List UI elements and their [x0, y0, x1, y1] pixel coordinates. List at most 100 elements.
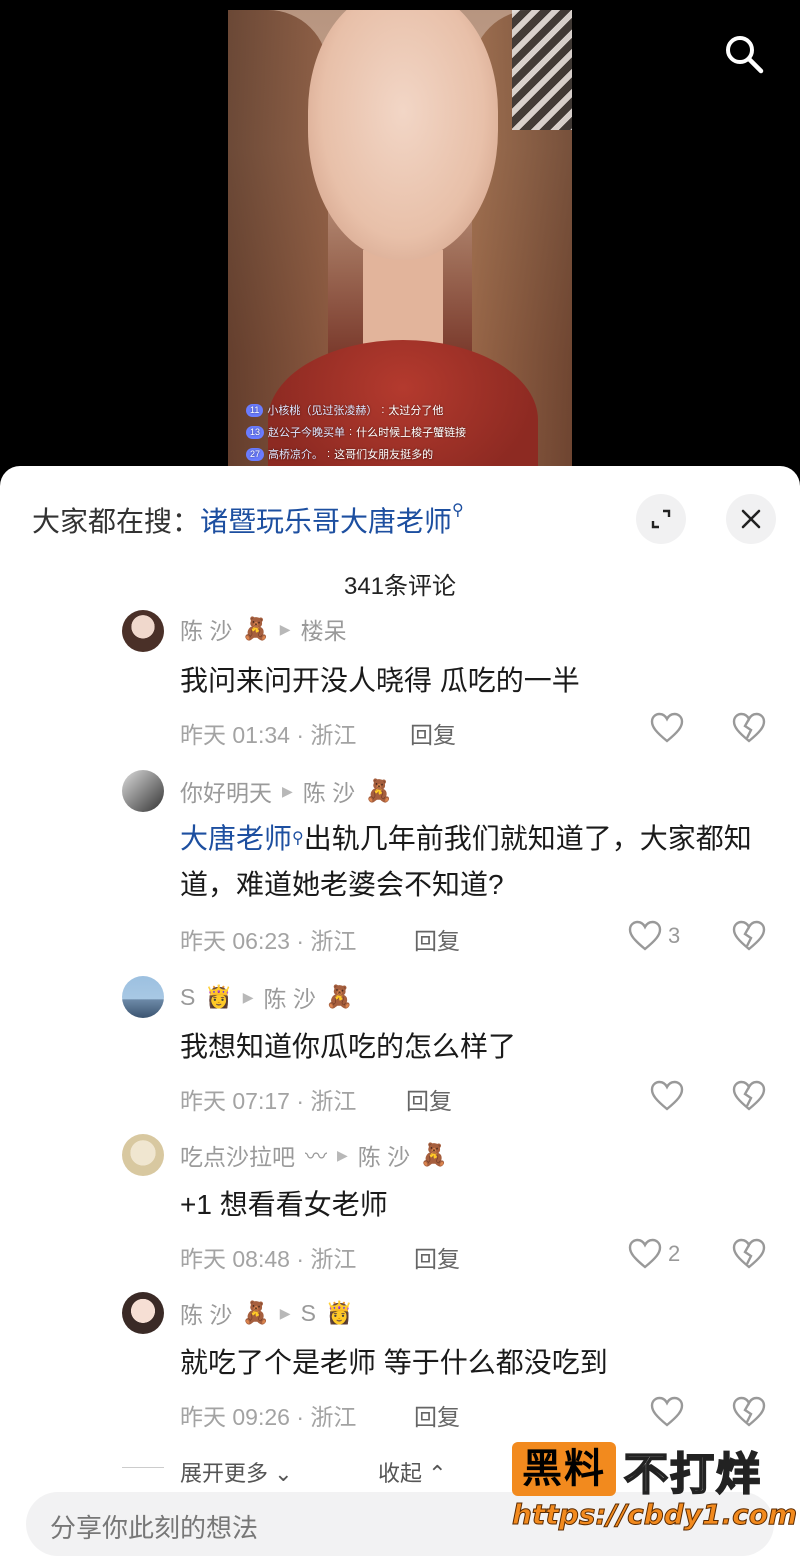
reply-arrow-icon: ▶ — [242, 988, 254, 1005]
live-comment-text: 这哥们女朋友挺多的 — [334, 449, 434, 461]
close-icon — [741, 509, 761, 529]
broken-heart-icon[interactable] — [732, 920, 766, 952]
like-count: 2 — [668, 1241, 681, 1266]
like-button[interactable]: 2 — [628, 1238, 680, 1270]
comment-body: 大唐老师⚲出轨几年前我们就知道了，大家都知道，难道她老婆会不知道? — [180, 816, 760, 908]
collapse-label: 收起 — [378, 1461, 423, 1486]
expand-icon — [651, 509, 671, 529]
heart-icon — [650, 712, 684, 743]
like-count: 3 — [668, 923, 681, 948]
broken-heart-icon[interactable] — [732, 1396, 766, 1428]
comment-sheet: 大家都在搜：诸暨玩乐哥大唐老师⚲ 341条评论 陈 沙 🧸 ▶ 楼呆 我问来问开… — [0, 466, 800, 1560]
reply-to-user[interactable]: 楼呆 — [301, 612, 347, 646]
comment-input-placeholder: 分享你此刻的想法 — [50, 1513, 259, 1543]
collapse-button[interactable]: 收起 ⌃ — [378, 1456, 447, 1488]
reply-to-user[interactable]: 陈 沙 — [264, 980, 316, 1014]
comment-body: +1 想看看女老师 — [180, 1189, 388, 1220]
comment-body: 我问来问开没人晓得 瓜吃的一半 — [180, 665, 580, 696]
search-small-icon: ⚲ — [292, 830, 304, 847]
heart-icon — [650, 1080, 684, 1111]
broken-heart-icon[interactable] — [732, 1080, 766, 1112]
live-level-badge: 27 — [246, 447, 265, 461]
like-button[interactable] — [650, 1080, 690, 1112]
teddy-bear-icon: 🧸 — [325, 984, 354, 1009]
avatar[interactable] — [122, 770, 164, 812]
expand-more-button[interactable]: 展开更多 ⌄ — [180, 1456, 293, 1488]
comment-author[interactable]: S — [180, 984, 195, 1011]
live-comment: 27 高桥凉介。 : 这哥们女朋友挺多的 — [246, 446, 433, 462]
comment-author[interactable]: 陈 沙 — [180, 1296, 232, 1330]
reply-arrow-icon: ▶ — [279, 620, 291, 637]
reply-button[interactable]: 回复 — [414, 1398, 460, 1432]
comment-count: 341条评论 — [343, 573, 457, 600]
live-comment: 11 小核桃（见过张凌赫） : 太过分了他 — [246, 402, 443, 418]
live-comment-text: 什么时候上梭子蟹链接 — [356, 427, 467, 439]
comment-meta: 吃点沙拉吧 〰 ▶ 陈 沙 🧸 — [180, 1138, 448, 1172]
princess-icon: 👸 — [325, 1300, 354, 1325]
reply-to-user[interactable]: 陈 沙 — [358, 1138, 410, 1172]
teddy-bear-icon: 🧸 — [242, 1300, 270, 1325]
video-background-blinds — [512, 10, 572, 130]
comment-author[interactable]: 吃点沙拉吧 — [180, 1138, 295, 1172]
comment-body: 就吃了个是老师 等于什么都没吃到 — [180, 1347, 608, 1378]
watermark: 黑料 不打烊 https://cbdy1.com — [511, 1436, 798, 1536]
watermark-logo-box: 黑料 — [512, 1442, 616, 1496]
comment-time: 昨天 06:23 · 浙江 — [180, 928, 357, 954]
expand-divider — [122, 1467, 164, 1468]
close-button[interactable] — [726, 494, 776, 544]
like-button[interactable]: 3 — [628, 920, 680, 952]
reply-button[interactable]: 回复 — [414, 1240, 460, 1274]
reply-button[interactable]: 回复 — [410, 716, 456, 750]
live-comment-user: 高桥凉介。 — [268, 449, 324, 461]
reply-arrow-icon: ▶ — [282, 782, 293, 799]
comment-meta: S 👸 ▶ 陈 沙 🧸 — [180, 980, 353, 1014]
video-player[interactable]: 11 小核桃（见过张凌赫） : 太过分了他 13 赵公子今晚买单 : 什么时候上… — [0, 0, 800, 480]
like-button[interactable] — [650, 712, 690, 744]
reply-to-user[interactable]: S — [301, 1300, 316, 1327]
avatar[interactable] — [122, 1292, 164, 1334]
reply-button[interactable]: 回复 — [414, 922, 460, 956]
search-link[interactable]: 大唐老师 — [180, 823, 292, 854]
avatar[interactable] — [122, 1134, 164, 1176]
teddy-bear-icon: 🧸 — [242, 616, 270, 641]
comment-time: 昨天 08:48 · 浙江 — [180, 1246, 357, 1272]
live-comment-user: 赵公子今晚买单 — [268, 427, 346, 439]
reply-button[interactable]: 回复 — [406, 1082, 452, 1116]
live-comment: 13 赵公子今晚买单 : 什么时候上梭子蟹链接 — [246, 424, 466, 440]
heart-icon — [650, 1396, 684, 1427]
watermark-url: https://cbdy1.com — [511, 1498, 798, 1532]
comment-body: 我想知道你瓜吃的怎么样了 — [180, 1031, 517, 1062]
live-level-badge: 13 — [246, 425, 265, 439]
search-icon[interactable] — [722, 32, 766, 76]
broken-heart-icon[interactable] — [732, 712, 766, 744]
broken-heart-icon[interactable] — [732, 1238, 766, 1270]
reply-arrow-icon: ▶ — [279, 1304, 291, 1321]
expand-more-label: 展开更多 — [180, 1461, 269, 1486]
hot-search-banner[interactable]: 大家都在搜：诸暨玩乐哥大唐老师⚲ — [32, 500, 464, 540]
watermark-side-text: 不打烊 — [623, 1448, 762, 1501]
live-comment-user: 小核桃（见过张凌赫） — [267, 405, 378, 417]
comment-time: 昨天 07:17 · 浙江 — [180, 1088, 357, 1114]
teddy-bear-icon: 🧸 — [365, 778, 393, 803]
video-face — [308, 10, 498, 260]
hot-search-term[interactable]: 诸暨玩乐哥大唐老师 — [200, 506, 452, 537]
comment-author[interactable]: 你好明天 — [180, 774, 272, 808]
comment-meta: 你好明天 ▶ 陈 沙 🧸 — [180, 774, 393, 808]
hot-search-prefix: 大家都在搜： — [32, 506, 201, 537]
like-button[interactable] — [650, 1396, 690, 1428]
live-comment-text: 太过分了他 — [388, 405, 444, 417]
avatar[interactable] — [122, 976, 164, 1018]
heart-icon — [628, 1238, 662, 1269]
chevron-up-icon: ⌃ — [428, 1461, 447, 1486]
comment-author[interactable]: 陈 沙 — [180, 612, 232, 646]
heart-icon — [628, 920, 662, 951]
chevron-down-icon: ⌄ — [274, 1461, 293, 1486]
comment-time: 昨天 01:34 · 浙江 — [180, 722, 357, 748]
avatar[interactable] — [122, 610, 164, 652]
reply-arrow-icon: ▶ — [337, 1146, 348, 1163]
comment-time: 昨天 09:26 · 浙江 — [180, 1404, 357, 1430]
expand-button[interactable] — [636, 494, 686, 544]
reply-to-user[interactable]: 陈 沙 — [303, 774, 355, 808]
comment-meta: 陈 沙 🧸 ▶ 楼呆 — [180, 612, 347, 646]
video-frame[interactable]: 11 小核桃（见过张凌赫） : 太过分了他 13 赵公子今晚买单 : 什么时候上… — [228, 10, 572, 470]
